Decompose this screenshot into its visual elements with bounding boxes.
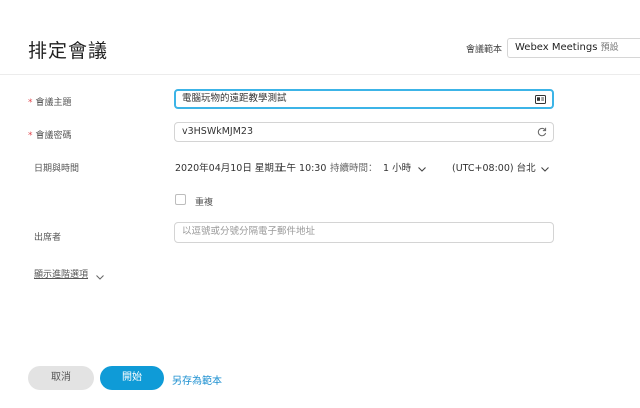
advanced-options-label: 顯示進階選項	[34, 270, 89, 280]
topic-label-row: * 會議主題	[28, 95, 72, 108]
required-mark: *	[28, 98, 33, 108]
attendees-label: 出席者	[34, 233, 62, 243]
duration-select[interactable]: 1 小時	[383, 160, 411, 174]
duration-label: 持續時間：	[330, 163, 378, 174]
template-value: Webex Meetings	[515, 42, 598, 53]
topic-value: 電腦玩物的遠距教學測試	[182, 93, 287, 104]
chevron-down-icon[interactable]	[417, 159, 427, 178]
template-select[interactable]: Webex Meetings 預設	[507, 38, 640, 58]
attendees-placeholder: 以逗號或分號分隔電子郵件地址	[182, 226, 316, 237]
chevron-down-icon[interactable]	[95, 267, 105, 286]
password-input[interactable]: v3HSWkMJM23	[174, 122, 554, 142]
repeat-checkbox[interactable]	[175, 194, 186, 205]
date-picker[interactable]: 2020年04月10日 星期五	[175, 160, 283, 174]
template-suffix: 預設	[600, 43, 619, 53]
attendees-input[interactable]: 以逗號或分號分隔電子郵件地址	[174, 222, 554, 243]
page-title: 排定會議	[28, 40, 109, 62]
password-label: 會議密碼	[35, 131, 72, 141]
cancel-button[interactable]: 取消	[28, 366, 94, 390]
template-label: 會議範本	[466, 45, 503, 55]
refresh-icon[interactable]	[537, 123, 547, 141]
chevron-down-icon[interactable]	[540, 159, 550, 178]
topic-label: 會議主題	[35, 98, 72, 108]
required-mark: *	[28, 131, 33, 141]
contact-card-icon[interactable]	[535, 91, 546, 107]
advanced-options-toggle[interactable]: 顯示進階選項	[34, 267, 88, 280]
repeat-label: 重複	[195, 198, 214, 208]
timezone-value: (UTC+08:00) 台北	[452, 163, 536, 174]
timezone-select[interactable]: (UTC+08:00) 台北	[452, 160, 536, 174]
password-value: v3HSWkMJM23	[182, 126, 254, 137]
header-divider	[0, 74, 640, 75]
start-button[interactable]: 開始	[100, 366, 164, 390]
datetime-label: 日期與時間	[34, 164, 80, 174]
topic-input[interactable]: 電腦玩物的遠距教學測試	[174, 89, 554, 109]
time-picker[interactable]: 上午 10:30	[277, 160, 326, 174]
password-label-row: * 會議密碼	[28, 128, 72, 141]
duration-value: 1 小時	[383, 163, 412, 174]
save-as-template-link[interactable]: 另存為範本	[172, 372, 222, 387]
